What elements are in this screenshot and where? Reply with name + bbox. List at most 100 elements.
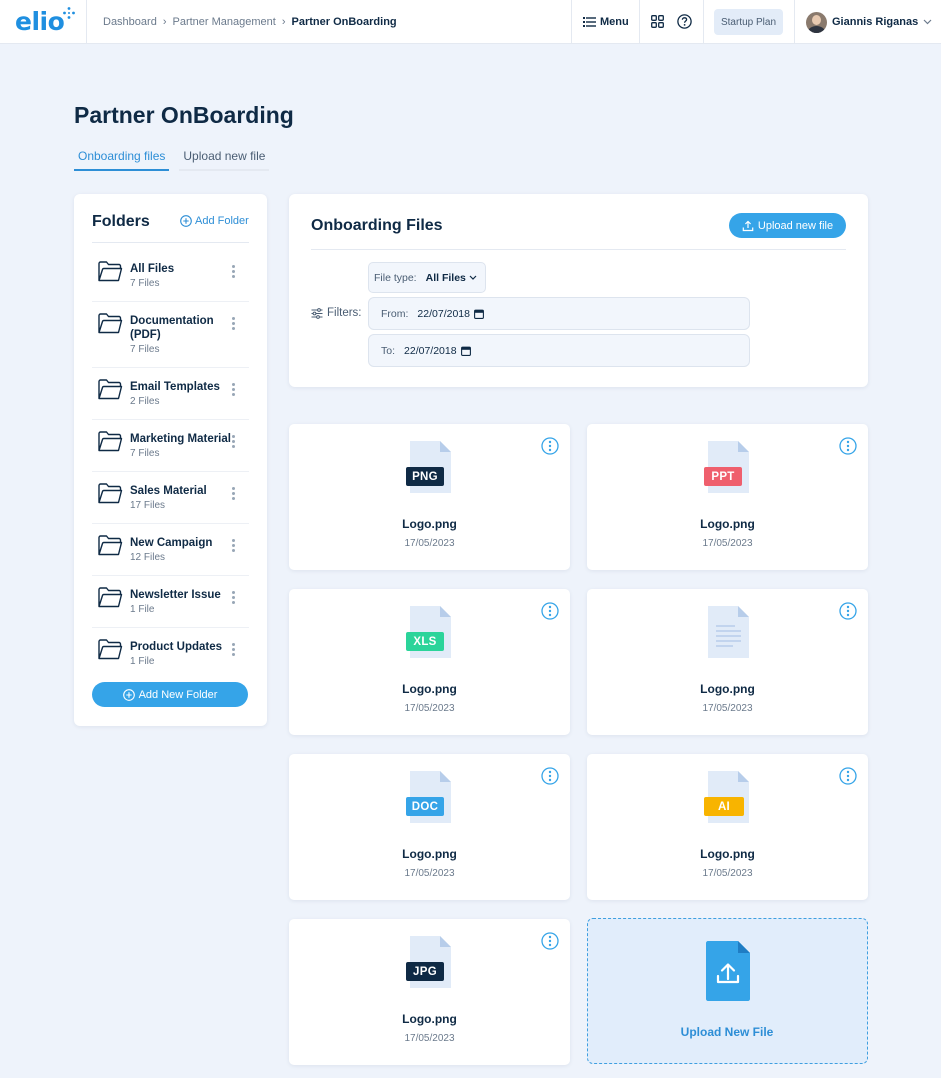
more-options-icon[interactable] [541,437,559,455]
folder-item-marketing-material[interactable]: Marketing Material 7 Files [92,420,249,472]
more-options-icon[interactable] [839,602,857,620]
file-type-badge: JPG [406,962,444,981]
upload-new-file-button[interactable]: Upload new file [729,213,846,238]
folder-count: 2 Files [130,396,160,407]
file-type-value: All Files [425,271,466,284]
to-date-field[interactable]: To: 22/07/2018 [368,334,750,367]
file-type-label: File type: [374,271,417,284]
apps-grid-icon[interactable] [651,15,664,28]
divider [703,0,704,44]
add-new-folder-button[interactable]: Add New Folder [92,682,248,707]
folder-item-newsletter-issue[interactable]: Newsletter Issue 1 File [92,576,249,628]
breadcrumb-dashboard[interactable]: Dashboard [103,16,157,28]
from-date-field[interactable]: From: 22/07/2018 [368,297,750,330]
file-date: 17/05/2023 [404,538,455,549]
onboarding-files-panel: Onboarding Files Upload new file Filters… [289,194,868,387]
file-card[interactable]: DOC Logo.png 17/05/2023 [289,754,570,900]
file-date: 17/05/2023 [702,703,753,714]
folder-icon [98,587,123,608]
kebab-menu-icon[interactable] [231,383,237,398]
file-card[interactable]: JPG Logo.png 17/05/2023 [289,919,570,1065]
more-options-icon[interactable] [839,767,857,785]
file-card[interactable]: PPT Logo.png 17/05/2023 [587,424,868,570]
divider [639,0,640,44]
folder-name: Product Updates [130,641,223,653]
menu-button[interactable]: Menu [583,0,629,44]
file-date: 17/05/2023 [404,868,455,879]
tab-bar: Onboarding files Upload new file [74,144,279,172]
divider [311,249,846,250]
chevron-down-icon [469,275,477,280]
file-card[interactable]: PNG Logo.png 17/05/2023 [289,424,570,570]
chevron-right-icon: › [281,16,286,28]
folder-count: 7 Files [130,344,160,355]
folder-name: Newsletter Issue [130,589,221,601]
file-date: 17/05/2023 [404,703,455,714]
add-new-folder-label: Add New Folder [138,688,218,701]
folder-item-new-campaign[interactable]: New Campaign 12 Files [92,524,249,576]
file-name: Logo.png [700,682,755,696]
kebab-menu-icon[interactable] [231,591,237,606]
user-menu[interactable]: Giannis Riganas [806,0,932,44]
folder-count: 17 Files [130,500,166,511]
plus-circle-icon [180,215,192,227]
from-value: 22/07/2018 [417,307,470,320]
breadcrumb-partner-management[interactable]: Partner Management [173,16,276,28]
folder-item-sales-material[interactable]: Sales Material 17 Files [92,472,249,524]
file-type-select[interactable]: File type: All Files [368,262,486,293]
kebab-menu-icon[interactable] [231,643,237,658]
more-options-icon[interactable] [541,767,559,785]
file-type-badge: PPT [704,467,742,486]
file-name: Logo.png [700,847,755,861]
sliders-icon [311,307,323,319]
folder-icon [98,639,123,660]
to-value: 22/07/2018 [404,344,457,357]
elio-logo[interactable]: elio [15,7,75,36]
folder-item-documentation[interactable]: Documentation (PDF) 7 Files [92,302,249,368]
files-title: Onboarding Files [311,217,443,234]
file-name: Logo.png [402,517,457,531]
folder-icon [98,261,123,282]
calendar-icon[interactable] [460,346,471,356]
file-card[interactable]: XLS Logo.png 17/05/2023 [289,589,570,735]
file-type-badge: DOC [406,797,444,816]
kebab-menu-icon[interactable] [231,435,237,450]
file-card[interactable]: AI Logo.png 17/05/2023 [587,754,868,900]
kebab-menu-icon[interactable] [231,265,237,280]
upload-button-label: Upload new file [757,219,834,232]
help-icon[interactable] [677,14,692,29]
top-bar: elio Dashboard › Partner Management › Pa… [0,0,941,44]
folder-count: 7 Files [130,448,160,459]
folder-item-email-templates[interactable]: Email Templates 2 Files [92,368,249,420]
folder-count: 1 File [130,656,155,667]
upload-card-label: Upload New File [680,1025,774,1039]
divider [92,242,249,243]
kebab-menu-icon[interactable] [231,317,237,332]
folder-name: Email Templates [130,381,220,393]
kebab-menu-icon[interactable] [231,487,237,502]
file-date: 17/05/2023 [702,538,753,549]
from-label: From: [381,307,409,320]
file-type-badge: XLS [406,632,444,651]
tab-upload-new-file[interactable]: Upload new file [179,144,270,171]
folder-name: All Files [130,263,175,275]
folder-item-all-files[interactable]: All Files 7 Files [92,250,249,302]
file-type-badge: AI [704,797,744,816]
kebab-menu-icon[interactable] [231,539,237,554]
more-options-icon[interactable] [839,437,857,455]
breadcrumb-current: Partner OnBoarding [291,16,397,28]
file-card[interactable]: Logo.png 17/05/2023 [587,589,868,735]
add-folder-link[interactable]: Add Folder [180,215,249,227]
tab-onboarding-files[interactable]: Onboarding files [74,144,170,171]
plan-badge[interactable]: Startup Plan [714,9,783,35]
folder-item-product-updates[interactable]: Product Updates 1 File [92,628,249,672]
folder-name: Documentation (PDF) [130,315,214,341]
upload-new-file-card[interactable]: Upload New File [587,918,868,1064]
avatar [806,11,827,33]
more-options-icon[interactable] [541,602,559,620]
calendar-icon[interactable] [474,309,484,319]
file-type-badge: PNG [406,467,444,486]
folder-icon [98,431,123,452]
logo-text: elio [15,7,65,36]
more-options-icon[interactable] [541,932,559,950]
